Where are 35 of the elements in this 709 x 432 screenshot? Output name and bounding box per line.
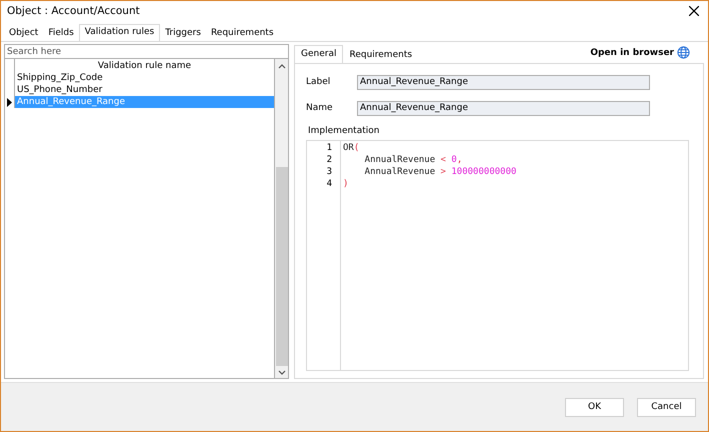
tab[interactable]: General <box>294 45 344 63</box>
list-item[interactable]: US_Phone_Number <box>15 84 274 96</box>
tab[interactable]: Triggers <box>160 26 206 41</box>
line-number: 2 <box>326 154 333 166</box>
line-number: 1 <box>326 142 333 154</box>
tab[interactable]: Requirements <box>343 47 418 63</box>
tab[interactable]: Requirements <box>206 26 279 41</box>
dialog-button[interactable]: Cancel <box>637 398 696 416</box>
tab[interactable]: Object <box>4 26 44 41</box>
text-field[interactable]: Annual_Revenue_Range <box>357 74 650 90</box>
implementation-label: Implementation <box>308 126 380 136</box>
scrollbar-thumb[interactable] <box>276 166 288 366</box>
close-icon[interactable] <box>689 6 699 16</box>
globe-icon[interactable] <box>677 46 690 59</box>
code-editor[interactable]: 1 2 3 4 OR( AnnualRevenue < 0, AnnualRevenue > 100000000000 ) <box>306 140 689 371</box>
field-label: Label <box>306 77 332 87</box>
line-number: 4 <box>326 178 333 190</box>
field-label: Name <box>306 103 334 113</box>
list-item[interactable]: Shipping_Zip_Code <box>15 72 274 84</box>
column-header[interactable]: Validation rule name <box>15 60 274 70</box>
search-field[interactable]: Search here <box>4 44 289 59</box>
code-line: AnnualRevenue > 100000000000 <box>364 166 516 178</box>
code-line: ) <box>343 178 350 190</box>
line-number: 3 <box>326 166 333 178</box>
code-line: AnnualRevenue < 0, <box>364 154 464 166</box>
scroll-down-icon[interactable] <box>278 370 286 375</box>
scroll-up-icon[interactable] <box>278 64 286 69</box>
row-pointer-icon <box>7 98 12 106</box>
open-in-browser-link[interactable]: Open in browser <box>590 48 674 58</box>
text-field[interactable]: Annual_Revenue_Range <box>357 100 650 116</box>
dialog-button[interactable]: OK <box>565 398 624 416</box>
tab[interactable]: Validation rules <box>78 24 160 41</box>
code-line: OR( <box>343 142 360 154</box>
window-title: Object : Account/Account <box>7 5 140 17</box>
tab[interactable]: Fields <box>43 26 79 41</box>
